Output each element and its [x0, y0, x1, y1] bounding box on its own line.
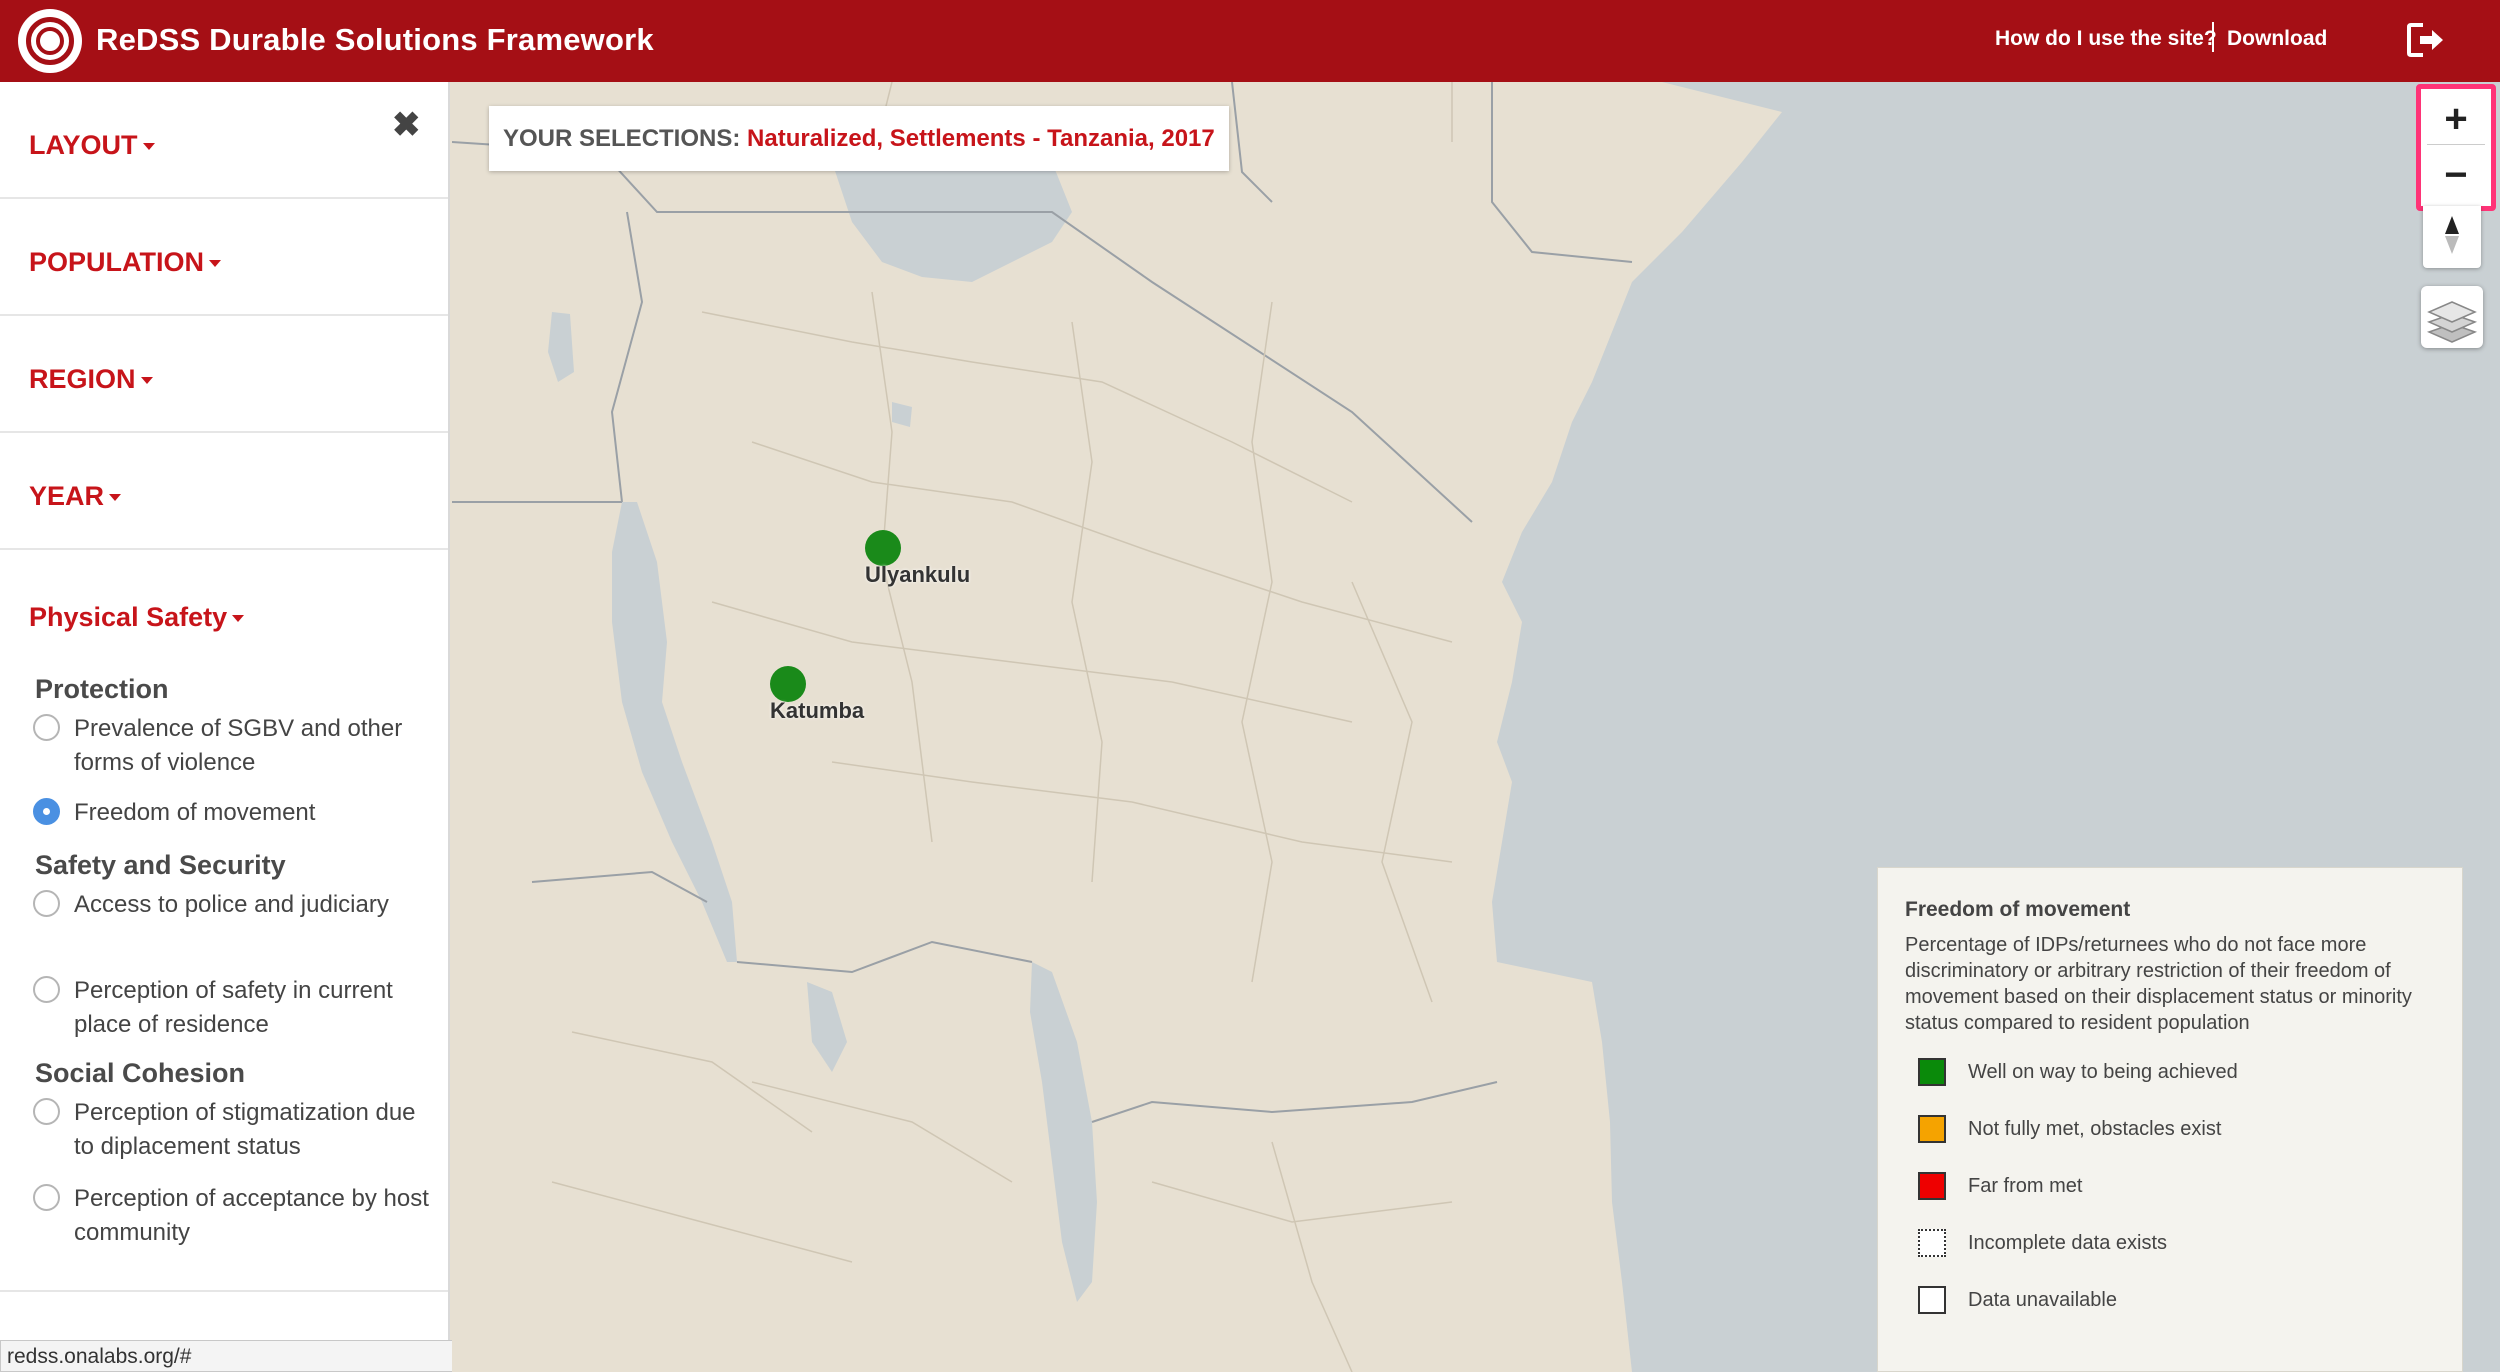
marker-label-ulyankulu: Ulyankulu — [865, 562, 971, 587]
sidebar-section-population[interactable]: POPULATION — [0, 199, 448, 316]
app-title[interactable]: ReDSS Durable Solutions Framework — [96, 22, 654, 58]
legend-item-incomplete-data: Incomplete data exists — [1918, 1229, 2438, 1259]
section-header-year[interactable]: YEAR — [29, 481, 122, 512]
group-title-protection: Protection — [35, 674, 169, 704]
download-link[interactable]: Download — [2227, 27, 2327, 51]
option-label: Prevalence of SGBV and other forms of vi… — [74, 715, 403, 776]
legend-swatch-red — [1918, 1172, 1946, 1200]
option-label: Perception of acceptance by host communi… — [74, 1185, 429, 1246]
map-marker-ulyankulu[interactable] — [865, 530, 901, 566]
legend-description: Percentage of IDPs/returnees who do not … — [1905, 934, 2412, 1034]
sidebar-section-layout[interactable]: LAYOUT — [0, 82, 448, 199]
section-header-region[interactable]: REGION — [29, 364, 153, 395]
legend-item-achieved: Well on way to being achieved — [1918, 1058, 2438, 1088]
radio-button[interactable] — [33, 1098, 60, 1125]
legend-label: Incomplete data exists — [1968, 1232, 2167, 1254]
radio-button[interactable] — [33, 976, 60, 1003]
legend-label: Not fully met, obstacles exist — [1968, 1118, 2222, 1140]
radio-button-selected[interactable] — [33, 798, 60, 825]
legend-item-far-from-met: Far from met — [1918, 1172, 2438, 1202]
option-label: Perception of safety in current place of… — [74, 977, 393, 1038]
legend-swatch-orange — [1918, 1115, 1946, 1143]
selections-value: Naturalized, Settlements - Tanzania, 201… — [747, 125, 1215, 152]
legend-label: Well on way to being achieved — [1968, 1061, 2238, 1083]
zoom-out-button[interactable]: − — [2427, 149, 2485, 201]
section-header-physical-safety[interactable]: Physical Safety — [29, 602, 245, 633]
option-label: Perception of stigmatization due to dipl… — [74, 1099, 416, 1160]
logout-icon[interactable] — [2406, 22, 2446, 58]
section-header-population[interactable]: POPULATION — [29, 247, 221, 278]
layers-button[interactable] — [2421, 286, 2483, 348]
selections-banner: YOUR SELECTIONS: Naturalized, Settlement… — [489, 106, 1229, 171]
help-link[interactable]: How do I use the site? — [1995, 27, 2217, 51]
radio-button[interactable] — [33, 890, 60, 917]
option-label: Access to police and judiciary — [74, 891, 389, 918]
sidebar-section-region[interactable]: REGION — [0, 316, 448, 433]
group-title-social-cohesion: Social Cohesion — [35, 1058, 246, 1088]
legend-item-not-fully-met: Not fully met, obstacles exist — [1918, 1115, 2438, 1145]
legend-label: Far from met — [1968, 1175, 2083, 1197]
legend-swatch-green — [1918, 1058, 1946, 1086]
selections-label: YOUR SELECTIONS: — [503, 125, 741, 152]
map-legend: Freedom of movement Percentage of IDPs/r… — [1877, 867, 2463, 1372]
caret-down-icon — [209, 260, 221, 268]
section-header-layout[interactable]: LAYOUT — [29, 130, 155, 161]
redss-logo[interactable] — [18, 9, 82, 73]
caret-down-icon — [109, 494, 122, 502]
legend-swatch-empty — [1918, 1286, 1946, 1314]
marker-label-katumba: Katumba — [770, 698, 865, 723]
zoom-control: + − — [2416, 84, 2496, 211]
group-title-safety-security: Safety and Security — [35, 850, 286, 880]
map-marker-katumba[interactable] — [770, 666, 806, 702]
caret-down-icon — [232, 615, 245, 623]
option-label: Freedom of movement — [74, 799, 316, 826]
sidebar-section-year[interactable]: YEAR — [0, 433, 448, 550]
caret-down-icon — [140, 377, 153, 385]
radio-button[interactable] — [33, 714, 60, 741]
zoom-in-button[interactable]: + — [2427, 93, 2485, 145]
legend-label: Data unavailable — [1968, 1289, 2117, 1311]
top-navbar: ReDSS Durable Solutions Framework How do… — [0, 0, 2500, 82]
radio-button[interactable] — [33, 1184, 60, 1211]
reset-bearing-compass[interactable] — [2423, 206, 2481, 268]
link-separator — [2212, 22, 2214, 52]
legend-item-data-unavailable: Data unavailable — [1918, 1286, 2438, 1316]
layers-icon — [2426, 301, 2478, 343]
caret-down-icon — [142, 143, 155, 151]
legend-title: Freedom of movement — [1905, 898, 2131, 921]
legend-swatch-dotted — [1918, 1229, 1946, 1257]
compass-icon — [2445, 216, 2459, 254]
sidebar-panel: ✖ LAYOUT POPULATION REGION YEAR Physical… — [0, 82, 450, 1372]
